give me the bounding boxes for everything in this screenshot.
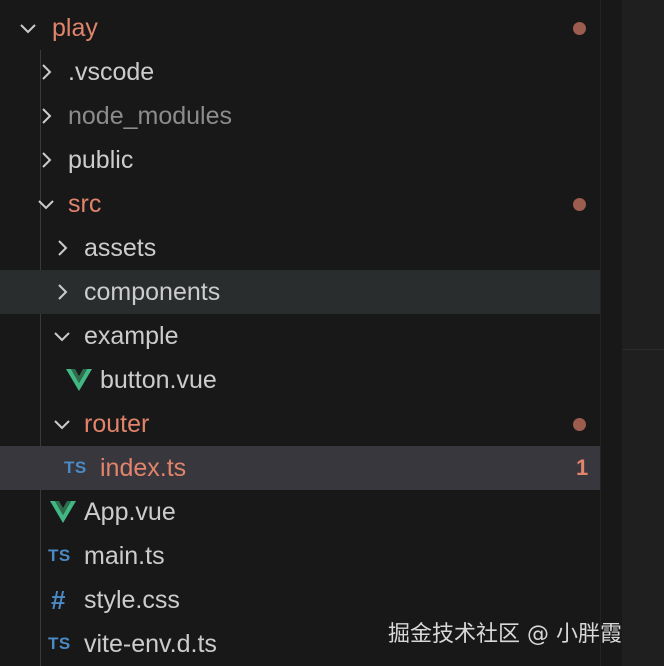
chevron-right-icon (51, 281, 73, 303)
vue-icon (50, 501, 76, 523)
modified-indicator-dot (573, 198, 586, 211)
tree-item-public[interactable]: public (0, 138, 622, 182)
css-icon: # (51, 585, 66, 615)
tree-item-assets[interactable]: assets (0, 226, 622, 270)
tree-item-label: main.ts (84, 542, 165, 570)
chevron-right-icon (35, 149, 57, 171)
tree-item-example[interactable]: example (0, 314, 622, 358)
tree-item-src[interactable]: src (0, 182, 622, 226)
tree-item-label: button.vue (100, 366, 217, 394)
tree-item-label: example (84, 322, 179, 350)
tree-item-vscode[interactable]: .vscode (0, 50, 622, 94)
chevron-down-icon (51, 325, 73, 347)
tree-item-app-vue[interactable]: App.vue (0, 490, 622, 534)
tree-item-label: App.vue (84, 498, 176, 526)
chevron-down-icon (51, 413, 73, 435)
tree-item-label: src (68, 190, 102, 218)
chevron-down-icon (17, 17, 39, 39)
editor-area-edge (622, 0, 664, 666)
chevron-right-icon (35, 105, 57, 127)
tree-item-button-vue[interactable]: button.vue (0, 358, 622, 402)
tree-item-label: index.ts (100, 454, 187, 482)
tree-item-label: router (84, 410, 150, 438)
tree-item-components[interactable]: components (0, 270, 622, 314)
tree-item-label: play (52, 14, 98, 42)
problem-count-badge: 1 (576, 455, 589, 480)
tree-item-label: vite-env.d.ts (84, 630, 217, 658)
typescript-icon: TS (64, 458, 87, 477)
divider (622, 349, 664, 350)
scrollbar-track[interactable] (600, 0, 623, 666)
tree-item-node-modules[interactable]: node_modules (0, 94, 622, 138)
tree-item-label: node_modules (68, 102, 233, 130)
modified-indicator-dot (573, 22, 586, 35)
file-explorer: play .vscode node_modules public src ass… (0, 0, 623, 666)
tree-item-label: assets (84, 234, 157, 262)
tree-item-router[interactable]: router (0, 402, 622, 446)
chevron-right-icon (51, 237, 73, 259)
vue-icon (66, 369, 92, 391)
typescript-icon: TS (48, 634, 71, 653)
tree-item-label: .vscode (68, 58, 155, 86)
tree-item-main-ts[interactable]: TS main.ts (0, 534, 622, 578)
chevron-down-icon (35, 193, 57, 215)
tree-item-label: components (84, 278, 221, 306)
typescript-icon: TS (48, 546, 71, 565)
modified-indicator-dot (573, 418, 586, 431)
watermark: 掘金技术社区 @ 小胖霞 (388, 622, 622, 647)
tree-item-play[interactable]: play (0, 6, 622, 50)
tree-item-label: style.css (84, 586, 180, 614)
tree-item-label: public (68, 146, 134, 174)
tree-item-index-ts[interactable]: TS index.ts 1 (0, 446, 622, 490)
chevron-right-icon (35, 61, 57, 83)
